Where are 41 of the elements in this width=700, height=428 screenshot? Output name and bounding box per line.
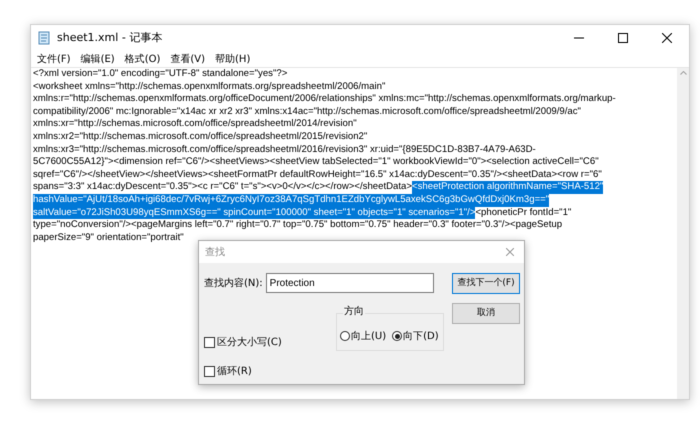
code-line: <?xml version="1.0" encoding="UTF-8" standalone="yes"?> [33,68,288,81]
close-icon [662,33,672,43]
scroll-up-icon [680,71,686,75]
code-line: xmlns:r="http://schemas.openxmlformats.org/officeDocument/2006/relationships" xmlns:mc="http://schemas.openxmlformats.org/markup- [33,93,616,106]
cancel-button[interactable]: 取消 [452,303,520,324]
code-line: compatibility/2006" mc:Ignorable="x14ac xr xr2 xr3" xmlns:x14ac="http://schemas.microsoft.com/office/spreadsheetml/2009/9/ac" [33,106,581,118]
scrollbar[interactable] [677,68,689,399]
find-input[interactable]: Protection [266,273,434,293]
checkbox-label: 区分大小写(C) [217,336,282,350]
code-line: spans="3:3" x14ac:dyDescent="0.35"><c r="C6" t="s"><v>0</v></c></row></sheetData> [33,181,412,194]
menu-item[interactable]: 帮助(H) [211,52,254,66]
menu-item[interactable]: 查看(V) [166,52,210,66]
code-line: <worksheet xmlns="http://schemas.openxmlformats.org/spreadsheetml/2006/main" [33,80,386,94]
selected-text: hashValue="AjUt/18soAh+igi68dec/7vRwj+6Zryc6NyI7oz38A7qSgTdhn1EZdbYcglywL5axekSC6g3bGwQfdDxj0Km3g==" [33,194,550,207]
find-next-button[interactable]: 查找下一个(F) [452,273,520,294]
close-icon [506,248,514,256]
window-title: sheet1.xml - 记事本 [57,30,162,46]
notepad-icon [37,31,51,45]
selected-text: <sheetProtection algorithmName="SHA-512" [412,181,604,194]
find-label: 查找内容(N): [204,276,263,290]
menu-item[interactable]: 编辑(E) [76,52,119,66]
code-line: sqref="C6"/></sheetView></sheetViews><sheetFormatPr defaultRowHeight="16.5" x14ac:dyDescent="0.35"/><sheetData><row r="6" [33,168,602,182]
code-line: type="noConversion"/><pageMargins left="0.7" right="0.7" top="0.75" bottom="0.75" header="0.3" footer="0.3"/><pageSetup [33,219,562,232]
dialog-title: 查找 [205,246,225,260]
radio-button[interactable] [392,331,402,341]
radio-label: 向上(U) [351,330,386,344]
selected-text: saltValue="o72JiSh03U98yqESmmXS6g==" spinCount="100000" sheet="1" objects="1" scenarios="1"/> [33,206,476,220]
code-line: xmlns:xr3="http://schemas.microsoft.com/office/spreadsheetml/2016/revision3" xr:uid="{89E5DC1D-83B7-4A79-A63D- [33,144,536,156]
code-line: <phoneticPr fontId="1" [475,206,572,220]
menu-item[interactable]: 文件(F) [33,52,75,66]
checkbox-label: 循环(R) [217,365,252,379]
code-line: xmlns:xr="http://schemas.microsoft.com/office/spreadsheetml/2014/revision" [33,118,357,131]
checkbox[interactable] [204,337,215,348]
radio-button[interactable] [340,331,350,341]
checkbox[interactable] [204,366,215,377]
code-line: paperSize="9" orientation="portrait" [33,232,184,244]
radio-label: 向下(D) [403,330,439,344]
code-line: xmlns:xr2="http://schemas.microsoft.com/office/spreadsheetml/2015/revision2" [33,130,368,144]
maximize-icon [618,33,628,43]
code-line: 5C7600C55A12}"><dimension ref="C6"/><sheetViews><sheetView tabSelected="1" workbookViewId="0"><selection activeCell="C6" [33,156,599,169]
menu-item[interactable]: 格式(O) [120,52,164,66]
